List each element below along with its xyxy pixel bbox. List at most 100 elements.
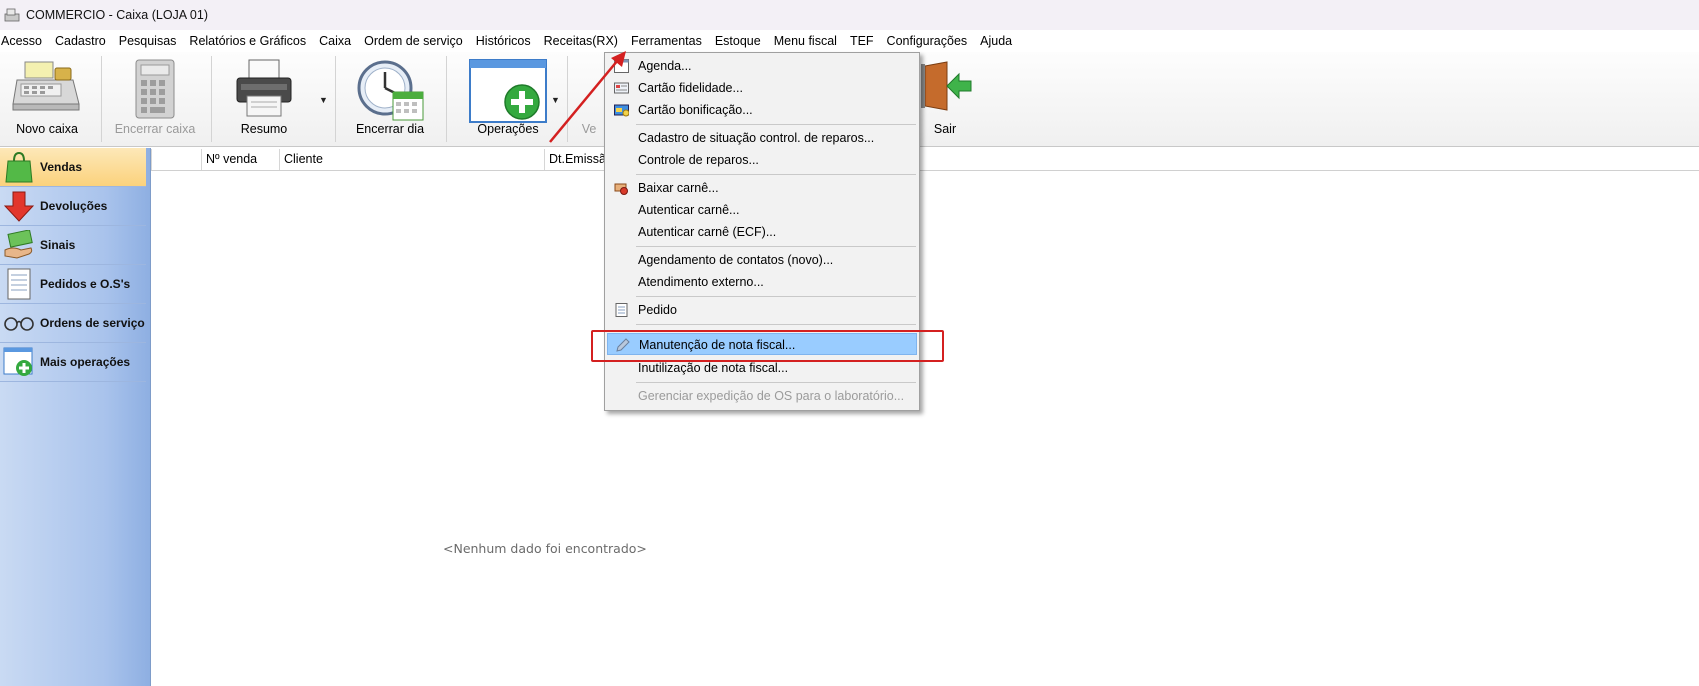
menu-relatorios[interactable]: Relatórios e Gráficos (182, 34, 312, 48)
window-add-icon (2, 345, 36, 379)
menu-item-label: Pedido (638, 303, 677, 317)
window-title: COMMERCIO - Caixa (LOJA 01) (26, 8, 208, 22)
menu-item-agenda[interactable]: Agenda... (607, 55, 917, 77)
calendar-icon (614, 59, 629, 73)
resumo-dropdown-arrow-icon[interactable]: ▼ (319, 95, 328, 105)
sair-label: Sair (933, 122, 957, 136)
card-icon (614, 82, 629, 94)
resumo-button[interactable]: Resumo (220, 52, 308, 144)
grid-indicator-column[interactable] (151, 149, 174, 170)
title-bar: COMMERCIO - Caixa (LOJA 01) (0, 0, 1699, 30)
sidebar-item-label: Pedidos e O.S's (40, 277, 131, 291)
menu-item-gerenciar-expedicao-os: Gerenciar expedição de OS para o laborat… (607, 385, 917, 407)
menu-item-label: Gerenciar expedição de OS para o laborat… (638, 389, 905, 403)
menu-item-cadastro-situacao-reparos[interactable]: Cadastro de situação control. de reparos… (607, 127, 917, 149)
menu-ordem-servico[interactable]: Ordem de serviço (357, 34, 469, 48)
resumo-label: Resumo (240, 122, 288, 136)
down-arrow-icon (2, 189, 36, 223)
operacoes-dropdown-arrow-icon[interactable]: ▼ (551, 95, 560, 105)
operacoes-button[interactable]: Operações (456, 52, 560, 144)
grid-header: Nº venda Cliente Dt.Emissã (151, 149, 1699, 171)
sidebar-item-label: Vendas (40, 160, 83, 174)
sair-button[interactable]: Sair (910, 52, 980, 144)
menu-item-atendimento-externo[interactable]: Atendimento externo... (607, 271, 917, 293)
menu-caixa[interactable]: Caixa (312, 34, 357, 48)
menu-item-label: Baixar carnê... (638, 181, 719, 195)
sidebar-item-mais-operacoes[interactable]: Mais operações (0, 343, 146, 382)
menu-item-agendamento-contatos[interactable]: Agendamento de contatos (novo)... (607, 249, 917, 271)
encerrar-dia-button[interactable]: Encerrar dia (342, 52, 438, 144)
menu-separator (636, 324, 916, 325)
money-hand-icon (2, 228, 36, 262)
menu-item-pedido[interactable]: Pedido (607, 299, 917, 321)
menu-separator (636, 382, 916, 383)
menu-bar: Acesso Cadastro Pesquisas Relatórios e G… (0, 30, 1699, 52)
menu-item-baixar-carne[interactable]: Baixar carnê... (607, 177, 917, 199)
menu-historicos[interactable]: Históricos (469, 34, 537, 48)
menu-item-cartao-fidelidade[interactable]: Cartão fidelidade... (607, 77, 917, 99)
menu-estoque[interactable]: Estoque (708, 34, 767, 48)
sidebar-item-ordens-servico[interactable]: Ordens de serviço (0, 304, 146, 343)
calculator-icon (135, 59, 175, 119)
toolbar-separator (446, 56, 447, 142)
menu-item-controle-reparos[interactable]: Controle de reparos... (607, 149, 917, 171)
grid-column-dt-emissao[interactable]: Dt.Emissã (544, 149, 609, 170)
toolbar-separator (567, 56, 568, 142)
menu-ajuda[interactable]: Ajuda (973, 34, 1018, 48)
menu-cadastro[interactable]: Cadastro (48, 34, 112, 48)
menu-fiscal[interactable]: Menu fiscal (767, 34, 843, 48)
highlight-annotation-box (591, 330, 944, 362)
encerrar-caixa-button[interactable]: Encerrar caixa (106, 52, 204, 144)
menu-tef[interactable]: TEF (843, 34, 880, 48)
menu-ferramentas[interactable]: Ferramentas (624, 34, 708, 48)
glasses-icon (2, 306, 36, 340)
menu-item-label: Cartão bonificação... (638, 103, 753, 117)
sidebar-item-label: Ordens de serviço (40, 316, 145, 330)
menu-item-label: Agenda... (638, 59, 692, 73)
empty-grid-message: <Nenhum dado foi encontrado> (443, 541, 647, 556)
encerrar-dia-label: Encerrar dia (355, 122, 425, 136)
sidebar-item-label: Devoluções (40, 199, 108, 213)
bonus-card-icon (614, 104, 629, 117)
menu-item-cartao-bonificacao[interactable]: Cartão bonificação... (607, 99, 917, 121)
menu-separator (636, 296, 916, 297)
exit-door-icon (921, 61, 972, 111)
sidebar-item-devolucoes[interactable]: Devoluções (0, 187, 146, 226)
printer-icon (236, 59, 292, 117)
menu-receitas[interactable]: Receitas(RX) (537, 34, 624, 48)
novo-caixa-label: Novo caixa (16, 122, 78, 136)
sidebar: Vendas Devoluções Sinais Pedidos e O.S's… (0, 148, 151, 686)
grid-column-cliente[interactable]: Cliente (279, 149, 546, 170)
menu-item-label: Atendimento externo... (638, 275, 764, 289)
toolbar-separator (335, 56, 336, 142)
grid-column-numero-venda[interactable]: Nº venda (201, 149, 278, 170)
menu-item-label: Cadastro de situação control. de reparos… (638, 131, 875, 145)
novo-caixa-button[interactable]: Novo caixa (4, 52, 90, 144)
partial-toolbar-button[interactable]: Ve (572, 52, 606, 144)
clock-calendar-icon (357, 60, 424, 121)
menu-item-label: Autenticar carnê (ECF)... (638, 225, 777, 239)
encerrar-caixa-label: Encerrar caixa (114, 122, 196, 136)
shopping-bag-icon (2, 150, 36, 184)
sidebar-item-pedidos[interactable]: Pedidos e O.S's (0, 265, 146, 304)
document-icon (2, 267, 36, 301)
toolbar-separator (211, 56, 212, 142)
payment-icon (614, 183, 628, 195)
menu-acesso[interactable]: Acesso (0, 34, 48, 48)
partial-toolbar-label: Ve (581, 122, 597, 136)
menu-separator (636, 174, 916, 175)
menu-item-label: Autenticar carnê... (638, 203, 740, 217)
sidebar-item-sinais[interactable]: Sinais (0, 226, 146, 265)
menu-item-autenticar-carne[interactable]: Autenticar carnê... (607, 199, 917, 221)
menu-item-label: Controle de reparos... (638, 153, 759, 167)
menu-item-autenticar-carne-ecf[interactable]: Autenticar carnê (ECF)... (607, 221, 917, 243)
toolbar-separator (101, 56, 102, 142)
menu-separator (636, 124, 916, 125)
menu-pesquisas[interactable]: Pesquisas (112, 34, 183, 48)
cash-register-icon (4, 8, 20, 22)
menu-configuracoes[interactable]: Configurações (880, 34, 974, 48)
operacoes-label: Operações (477, 122, 539, 136)
sidebar-item-vendas[interactable]: Vendas (0, 148, 146, 187)
document-icon (615, 303, 628, 317)
cash-register-icon (12, 61, 80, 111)
